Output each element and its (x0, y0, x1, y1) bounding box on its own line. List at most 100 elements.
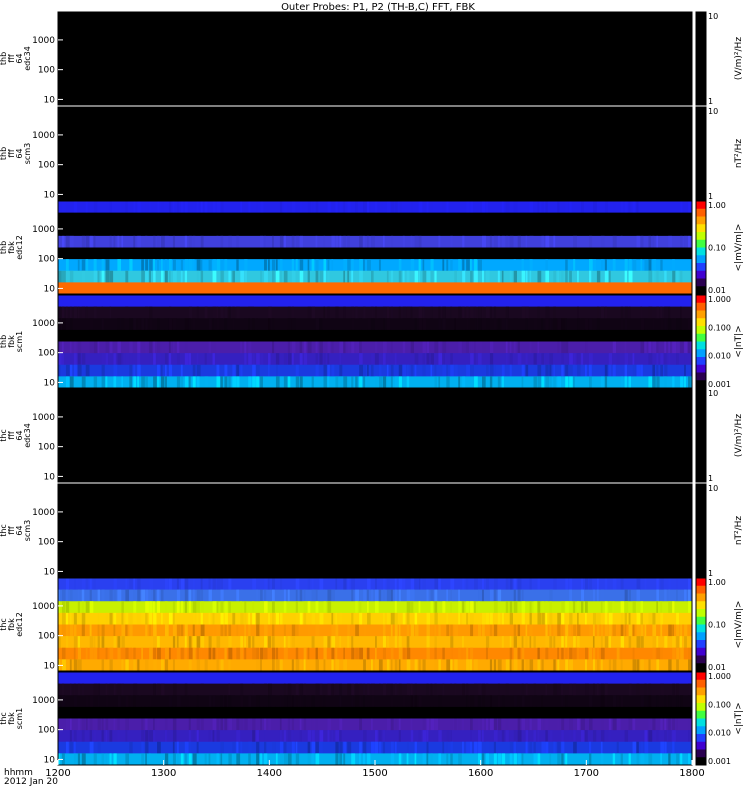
spectro-stripe (117, 695, 121, 708)
spectro-stripe (410, 718, 413, 731)
spectro-stripe (410, 695, 413, 708)
spectro-stripe (485, 578, 490, 591)
spectro-stripe (240, 270, 244, 283)
panel-ylabel: thc fbk scm1 (0, 708, 24, 729)
spectro-stripe (537, 612, 542, 625)
spectro-stripe (244, 270, 247, 283)
spectro-stripe (236, 718, 240, 731)
spectro-stripe (604, 636, 609, 649)
spectro-stripe (644, 578, 647, 591)
spectro-stripe (585, 647, 588, 660)
spectro-stripe (521, 364, 525, 377)
spectro-stripe (295, 659, 300, 672)
spectro-stripe (77, 578, 82, 591)
spectro-stripe (450, 612, 453, 625)
spectro-stripe (347, 341, 351, 354)
spectro-stripe (489, 341, 494, 354)
spectro-stripe (240, 718, 244, 731)
spectro-stripe (541, 318, 544, 331)
spectro-stripe (224, 306, 228, 319)
spectro-stripe (569, 695, 573, 708)
spectro-stripe (489, 306, 492, 319)
spectro-stripe (299, 589, 303, 602)
spectro-stripe (434, 589, 438, 602)
spectro-stripe (109, 659, 113, 672)
spectro-stripe (264, 589, 267, 602)
spectro-stripe (311, 730, 315, 743)
spectro-stripe (430, 601, 433, 614)
spectro-stripe (113, 753, 117, 766)
y-tick-label: 1000 (32, 508, 55, 518)
spectro-stripe (81, 753, 86, 766)
spectro-stripe (481, 270, 484, 283)
spectro-stripe (196, 306, 199, 319)
spectro-stripe (664, 376, 667, 389)
spectro-stripe (375, 636, 377, 649)
spectro-stripe (196, 695, 199, 708)
spectro-stripe (172, 318, 177, 331)
spectro-stripe (291, 718, 295, 731)
colorbar-segment (696, 286, 706, 295)
spectro-stripe (581, 201, 585, 214)
spectro-stripe (454, 718, 457, 731)
spectro-stripe (339, 353, 342, 366)
spectro-stripe (359, 364, 364, 377)
spectro-stripe (454, 318, 456, 331)
spectro-stripe (466, 259, 470, 272)
spectro-stripe (176, 589, 181, 602)
spectro-stripe (600, 659, 603, 672)
spectro-stripe (680, 341, 684, 354)
spectro-stripe (426, 730, 429, 743)
spectro-stripe (565, 578, 569, 591)
spectro-stripe (454, 659, 458, 672)
time-tick-label: 1600 (468, 768, 493, 779)
spectro-stripe (248, 753, 251, 766)
spectro-stripe (426, 683, 429, 696)
spectro-stripe (446, 341, 450, 354)
spectro-stripe (331, 318, 334, 331)
spectro-stripe (271, 601, 275, 614)
spectro-stripe (481, 612, 486, 625)
spectro-stripe (176, 601, 180, 614)
spectro-stripe (184, 341, 188, 354)
panel-background (58, 107, 692, 200)
spectro-stripe (121, 201, 125, 214)
spectro-stripe (398, 753, 402, 766)
spectro-band (58, 224, 692, 237)
spectro-stripe (153, 647, 157, 660)
spectro-stripe (343, 753, 346, 766)
spectro-stripe (466, 341, 469, 354)
spectro-stripe (588, 741, 592, 754)
spectro-stripe (577, 306, 579, 319)
spectro-stripe (382, 636, 386, 649)
spectro-stripe (315, 718, 318, 731)
spectro-stripe (569, 578, 573, 591)
spectro-stripe (664, 741, 667, 754)
spectro-stripe (474, 741, 478, 754)
spectro-stripe (149, 647, 153, 660)
spectro-stripe (612, 753, 616, 766)
spectro-stripe (331, 659, 334, 672)
spectro-stripe (581, 353, 584, 366)
spectro-stripe (608, 624, 612, 637)
spectro-stripe (398, 259, 402, 272)
spectro-stripe (497, 235, 500, 248)
spectro-stripe (291, 695, 294, 708)
spectro-stripe (307, 306, 312, 319)
spectro-stripe (493, 753, 497, 766)
spectro-stripe (390, 341, 393, 354)
spectro-stripe (347, 201, 351, 214)
spectro-stripe (648, 753, 653, 766)
spectro-stripe (569, 730, 572, 743)
spectro-stripe (216, 364, 220, 377)
spectro-stripe (390, 201, 395, 214)
spectro-stripe (172, 601, 176, 614)
spectro-stripe (299, 259, 304, 272)
spectro-stripe (624, 364, 628, 377)
spectro-stripe (656, 589, 659, 602)
spectro-stripe (240, 589, 243, 602)
spectro-stripe (438, 318, 441, 331)
spectro-stripe (157, 201, 160, 214)
spectro-stripe (509, 753, 513, 766)
spectro-stripe (458, 259, 462, 272)
